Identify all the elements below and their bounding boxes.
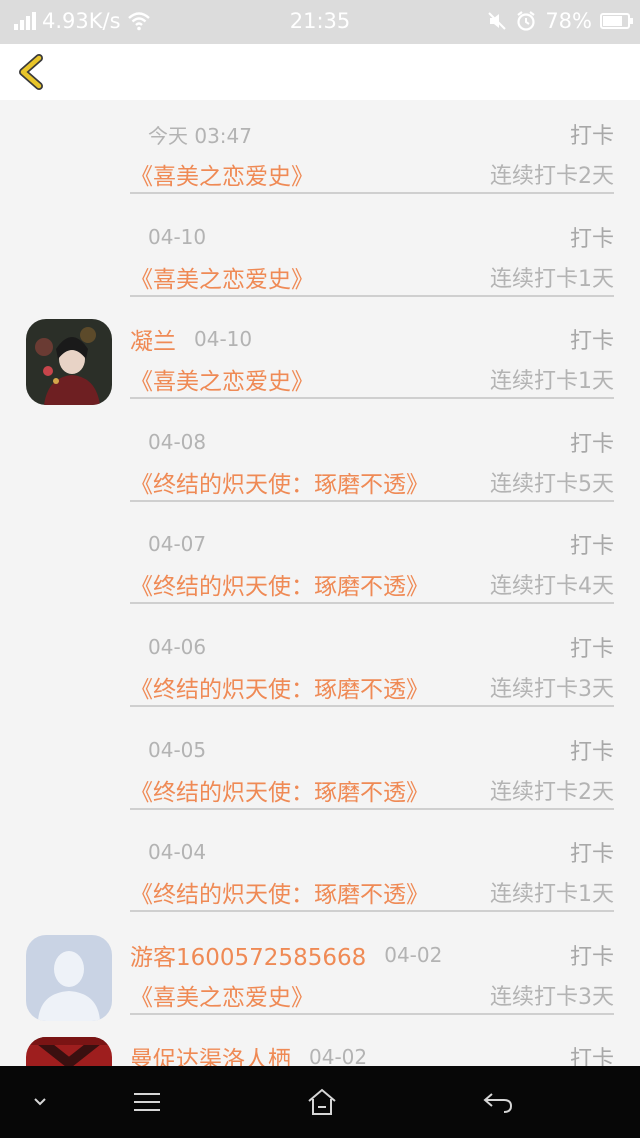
item-action: 打卡: [569, 329, 614, 355]
divider: [130, 499, 614, 502]
item-date: 04-02: [384, 942, 443, 967]
divider: [130, 910, 614, 913]
avatar[interactable]: [26, 934, 112, 1021]
back-button[interactable]: [12, 52, 52, 92]
item-date: 04-04: [148, 840, 207, 865]
item-action: 打卡: [569, 739, 614, 765]
system-nav-bar: [0, 1066, 640, 1138]
feed-item[interactable]: 游客1600572585668 04-02 打卡 《喜美之恋爱史》 连续打卡3天: [0, 921, 640, 1024]
home-button[interactable]: [282, 1066, 362, 1138]
item-action: 打卡: [569, 1047, 614, 1066]
item-date: 04-10: [194, 327, 253, 352]
item-date: 04-10: [148, 224, 207, 249]
username-link[interactable]: 游客1600572585668: [130, 938, 366, 972]
streak-text: 连续打卡1天: [490, 266, 614, 292]
streak-text: 连续打卡2天: [490, 779, 614, 805]
book-title-link[interactable]: 《喜美之恋爱史》: [130, 978, 314, 1012]
item-date: 今天 03:47: [148, 123, 252, 148]
status-right: 78%: [487, 9, 633, 33]
feed-item[interactable]: 04-08 打卡 《终结的炽天使：琢磨不透》 连续打卡5天: [0, 408, 640, 511]
back-nav-button[interactable]: [458, 1066, 538, 1138]
divider: [130, 294, 614, 297]
red-avatar-icon: [26, 1037, 112, 1066]
chevron-down-icon: [34, 1098, 46, 1106]
streak-text: 连续打卡1天: [490, 882, 614, 908]
item-date: 04-08: [148, 429, 207, 454]
feed-item[interactable]: 曼促达渠洛人栖 04-02 打卡: [0, 1023, 640, 1066]
feed-item[interactable]: 04-06 打卡 《终结的炽天使：琢磨不透》 连续打卡3天: [0, 613, 640, 716]
menu-icon: [134, 1093, 160, 1111]
item-date: 04-07: [148, 532, 207, 557]
feed-item[interactable]: 04-05 打卡 《终结的炽天使：琢磨不透》 连续打卡2天: [0, 716, 640, 819]
streak-text: 连续打卡5天: [490, 471, 614, 497]
chevron-left-icon: [19, 54, 43, 90]
alarm-icon: [517, 11, 535, 31]
item-action: 打卡: [569, 124, 614, 149]
streak-text: 连续打卡4天: [490, 574, 614, 600]
divider: [130, 807, 614, 810]
feed-item[interactable]: 04-10 打卡 《喜美之恋爱史》 连续打卡1天: [0, 203, 640, 306]
feed-item[interactable]: 凝兰 04-10 打卡 《喜美之恋爱史》 连续打卡1天: [0, 305, 640, 408]
streak-text: 连续打卡3天: [490, 676, 614, 702]
streak-text: 连续打卡2天: [490, 164, 614, 189]
avatar[interactable]: [26, 1037, 112, 1066]
book-title-link[interactable]: 《喜美之恋爱史》: [130, 157, 314, 191]
divider: [130, 1012, 614, 1015]
feed-item[interactable]: 今天 03:47 打卡 《喜美之恋爱史》 连续打卡2天: [0, 100, 640, 203]
portrait-avatar-icon: [26, 319, 112, 406]
battery-percent: 78%: [545, 9, 592, 33]
book-title-link[interactable]: 《喜美之恋爱史》: [130, 260, 314, 294]
book-title-link[interactable]: 《终结的炽天使：琢磨不透》: [130, 465, 429, 499]
battery-icon: [600, 13, 633, 29]
book-title-link[interactable]: 《终结的炽天使：琢磨不透》: [130, 773, 429, 807]
hide-nav-button[interactable]: [0, 1066, 80, 1138]
divider: [130, 602, 614, 605]
item-action: 打卡: [569, 534, 614, 560]
item-date: 04-02: [309, 1045, 368, 1066]
item-action: 打卡: [569, 944, 614, 970]
item-action: 打卡: [569, 842, 614, 868]
item-date: 04-05: [148, 737, 207, 762]
streak-text: 连续打卡1天: [490, 369, 614, 395]
book-title-link[interactable]: 《终结的炽天使：琢磨不透》: [130, 567, 429, 601]
divider: [130, 704, 614, 707]
avatar[interactable]: [26, 319, 112, 406]
username-link[interactable]: 曼促达渠洛人栖: [130, 1040, 291, 1066]
item-action: 打卡: [569, 431, 614, 457]
book-title-link[interactable]: 《终结的炽天使：琢磨不透》: [130, 875, 429, 909]
mute-icon: [488, 12, 507, 30]
menu-button[interactable]: [107, 1066, 187, 1138]
status-bar: 4.93K/s 21:35 78%: [0, 0, 640, 44]
item-action: 打卡: [569, 226, 614, 252]
divider: [130, 397, 614, 400]
checkin-feed[interactable]: 今天 03:47 打卡 《喜美之恋爱史》 连续打卡2天 04-10 打卡 《喜美…: [0, 100, 640, 1066]
back-arrow-icon: [483, 1093, 513, 1113]
item-action: 打卡: [569, 636, 614, 662]
username-link[interactable]: 凝兰: [130, 322, 176, 356]
item-date: 04-06: [148, 634, 207, 659]
divider: [130, 192, 614, 194]
home-icon: [308, 1088, 336, 1115]
default-user-avatar-icon: [26, 934, 112, 1021]
feed-item[interactable]: 04-04 打卡 《终结的炽天使：琢磨不透》 连续打卡1天: [0, 818, 640, 921]
header-bar: [0, 44, 640, 100]
streak-text: 连续打卡3天: [490, 984, 614, 1010]
book-title-link[interactable]: 《终结的炽天使：琢磨不透》: [130, 670, 429, 704]
book-title-link[interactable]: 《喜美之恋爱史》: [130, 362, 314, 396]
feed-item[interactable]: 04-07 打卡 《终结的炽天使：琢磨不透》 连续打卡4天: [0, 510, 640, 613]
